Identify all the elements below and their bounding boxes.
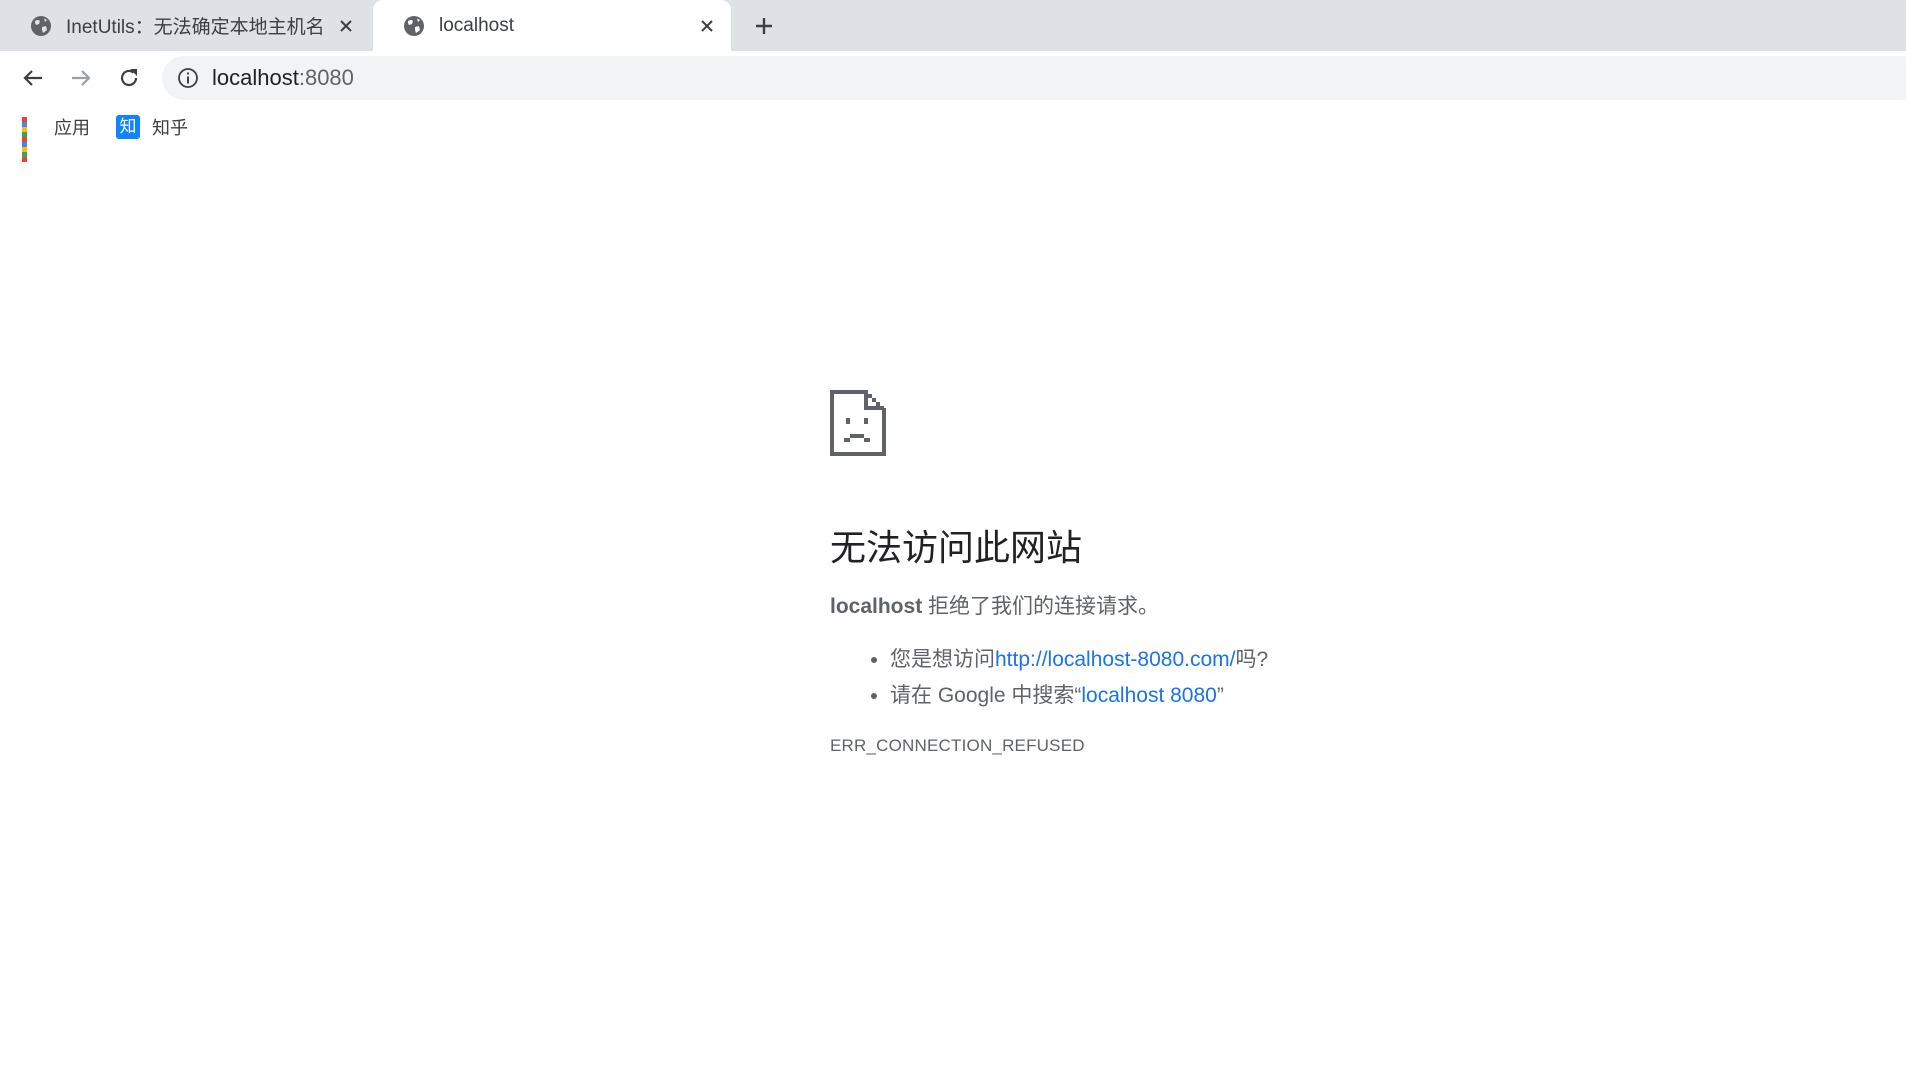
globe-icon xyxy=(403,15,425,37)
tab-inetutils[interactable]: InetUtils：无法确定本地主机名 xyxy=(0,0,370,51)
url-port: :8080 xyxy=(298,65,354,90)
suggestion-item: 您是想访问http://localhost-8080.com/吗? xyxy=(890,642,1530,678)
suggestion-link[interactable]: http://localhost-8080.com/ xyxy=(995,648,1235,671)
tab-localhost[interactable]: localhost xyxy=(373,0,731,51)
toolbar: localhost:8080 xyxy=(0,51,1906,106)
reload-button[interactable] xyxy=(111,60,147,96)
apps-grid-icon xyxy=(22,117,42,162)
suggestion-text: 吗? xyxy=(1235,648,1269,671)
bookmark-label: 知乎 xyxy=(152,118,188,138)
error-host: localhost xyxy=(830,595,923,618)
error-message-text: 拒绝了我们的连接请求。 xyxy=(922,595,1160,618)
url-host: localhost xyxy=(212,65,299,90)
globe-icon xyxy=(30,15,52,37)
reload-icon xyxy=(120,69,138,87)
info-icon[interactable] xyxy=(176,66,200,90)
forward-button[interactable] xyxy=(63,60,99,96)
bookmarks-bar: 应用 知 知乎 xyxy=(0,106,1906,162)
tab-title: localhost xyxy=(439,14,514,36)
bookmark-zhihu[interactable]: 知 知乎 xyxy=(116,114,188,140)
tab-title: InetUtils：无法确定本地主机名 xyxy=(66,17,325,38)
error-code: ERR_CONNECTION_REFUSED xyxy=(830,736,1085,755)
suggestion-text: 请在 Google 中搜索“ xyxy=(890,684,1082,707)
suggestions-list: 您是想访问http://localhost-8080.com/吗? 请在 Goo… xyxy=(830,642,1530,714)
close-icon[interactable] xyxy=(328,8,364,44)
search-link[interactable]: localhost 8080 xyxy=(1081,684,1216,707)
sad-document-icon xyxy=(830,390,886,456)
tab-strip: InetUtils：无法确定本地主机名 localhost xyxy=(0,0,1906,51)
error-title: 无法访问此网站 xyxy=(830,527,1083,568)
new-tab-button[interactable] xyxy=(746,8,782,44)
error-page: 无法访问此网站 localhost 拒绝了我们的连接请求。 您是想访问http:… xyxy=(830,390,1530,756)
bookmark-label: 应用 xyxy=(54,118,90,138)
suggestion-item: 请在 Google 中搜索“localhost 8080” xyxy=(890,678,1530,714)
error-message: localhost 拒绝了我们的连接请求。 xyxy=(830,592,1530,622)
suggestion-text: 您是想访问 xyxy=(890,648,995,671)
back-button[interactable] xyxy=(15,60,51,96)
arrow-left-icon xyxy=(23,70,42,86)
plus-icon xyxy=(756,18,772,34)
suggestion-text: ” xyxy=(1216,684,1224,707)
zhihu-icon: 知 xyxy=(116,115,140,139)
bookmark-apps[interactable]: 应用 xyxy=(22,114,90,162)
address-bar[interactable]: localhost:8080 xyxy=(162,56,1906,100)
arrow-right-icon xyxy=(72,70,91,86)
close-icon[interactable] xyxy=(689,8,725,44)
